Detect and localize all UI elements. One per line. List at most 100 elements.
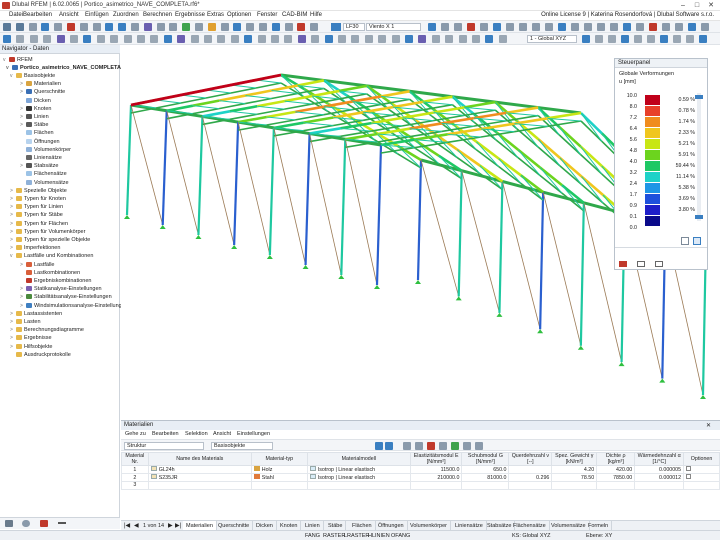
panel-color-icon[interactable] [619,261,627,267]
view-toolbar-icon[interactable] [485,35,494,43]
cell-e[interactable] [409,481,463,490]
truss-diagonal[interactable] [495,131,519,159]
view-toolbar-icon[interactable] [431,35,440,43]
cell-rho[interactable]: 420.00 [596,465,636,474]
column-member[interactable] [268,127,275,256]
view-toolbar-icon[interactable] [595,35,603,43]
cell-rho[interactable] [596,481,636,490]
toolbar-button-icon[interactable] [105,23,114,31]
view-toolbar-icon[interactable] [150,35,159,43]
view-toolbar-icon[interactable] [271,35,279,43]
expand-icon[interactable]: > [10,318,15,326]
bracing-member[interactable] [273,127,306,266]
bracing-member[interactable] [237,122,271,256]
collapse-icon[interactable]: v [10,252,15,260]
tree-item-linien[interactable]: > Linien [20,113,49,121]
excel-export-icon[interactable] [451,442,459,450]
result-toolbar-icon[interactable] [584,23,592,31]
view-toolbar-icon[interactable] [230,35,239,43]
truss-diagonal[interactable] [371,122,403,127]
tree-item-lasten[interactable]: > Lasten [10,318,41,326]
tree-item-typen-für-spezielle-objekte[interactable]: > Typen für spezielle Objekte [10,236,90,244]
toolbar-button-icon[interactable] [246,23,255,31]
table-close-icon[interactable]: ✕ [706,422,711,429]
view-toolbar-icon[interactable] [686,35,694,43]
legend-slider-top-handle[interactable] [695,95,703,99]
truss-chord[interactable] [166,112,194,120]
materials-menu-selektion[interactable]: Selektion [185,430,208,439]
expand-icon[interactable]: > [10,195,15,203]
view-toolbar-icon[interactable] [244,35,253,43]
menu-cad-bim[interactable]: CAD-BIM [282,12,307,18]
rafter-member[interactable] [422,95,453,104]
toolbar-button-icon[interactable] [271,23,280,31]
result-toolbar-icon[interactable] [662,23,670,31]
tree-item-windsimulationsanalyse-einstellungen[interactable]: > Windsimulationsanalyse-Einstellungen [20,302,128,310]
rafter-member[interactable] [464,100,496,109]
menu-datei[interactable]: Datei [9,12,23,18]
cell-options[interactable] [683,465,720,474]
view-toolbar-icon[interactable] [190,35,199,43]
tree-item-lastfälle[interactable]: > Lastfälle [20,261,55,269]
expand-icon[interactable]: > [20,80,25,88]
load-name-select[interactable]: Viento X 1 [366,23,421,31]
toolbar-button-icon[interactable] [92,23,101,31]
column-header[interactable]: Elastizitätsmodul E [N/mm²] [409,452,463,466]
view-toolbar-icon[interactable] [257,35,266,43]
bracing-member[interactable] [130,104,164,226]
tree-project[interactable]: v Portico_asimetrico_NAVE_COMPLETA.rf6* [6,64,132,72]
cell-alpha[interactable] [634,481,685,490]
display-tab-icon[interactable] [22,520,30,527]
table-tool-icon[interactable] [439,442,447,450]
maximize-icon[interactable]: □ [690,1,704,10]
truss-chord[interactable] [180,97,207,104]
last-page-icon[interactable]: ▶| [175,522,181,529]
views-tab-icon[interactable] [58,522,66,524]
menu-zuordnen[interactable]: Zuordnen [113,12,139,18]
result-toolbar-icon[interactable] [467,23,475,31]
truss-diagonal[interactable] [333,116,364,121]
tree-item-ausdruckprotokolle[interactable]: Ausdruckprotokolle [10,351,71,359]
expand-icon[interactable]: > [10,211,15,219]
rafter-member[interactable] [456,148,481,167]
menu-optionen[interactable]: Optionen [227,12,251,18]
view-toolbar-icon[interactable] [608,35,616,43]
result-toolbar-icon[interactable] [532,23,540,31]
view-toolbar-icon[interactable] [418,35,427,43]
truss-chord[interactable] [495,139,519,159]
rafter-member[interactable] [297,79,325,87]
toolbar-button-icon[interactable] [54,23,63,31]
column-header[interactable]: Materialmodell [306,452,411,466]
rafter-member[interactable] [559,156,583,178]
expand-icon[interactable]: > [20,113,25,121]
tree-item-volumenkörper[interactable]: Volumenkörper [20,146,71,154]
cell-no[interactable]: 3 [121,481,149,490]
truss-chord[interactable] [218,102,246,110]
expand-icon[interactable]: > [10,310,15,318]
view-toolbar-icon[interactable] [83,35,92,43]
tree-item-typen-für-linien[interactable]: > Typen für Linien [10,203,63,211]
result-toolbar-icon[interactable] [701,23,709,31]
truss-diagonal[interactable] [303,122,334,126]
toolbar-button-icon[interactable] [156,23,165,31]
rafter-member[interactable] [539,166,563,187]
cell-alpha[interactable]: 0.000012 [634,473,685,482]
tree-item-stabsätze[interactable]: > Stabsätze [20,162,58,170]
result-toolbar-icon[interactable] [506,23,514,31]
rafter-member[interactable] [339,84,367,93]
tree-item-stabilitätsanalyse-einstellungen[interactable]: > Stabilitätsanalyse-Einstellungen [20,293,112,301]
column-member[interactable] [498,181,504,313]
view-toolbar-icon[interactable] [582,35,590,43]
rafter-member[interactable] [547,111,582,120]
truss-diagonal[interactable] [537,138,561,167]
truss-chord[interactable] [397,153,422,169]
result-toolbar-icon[interactable] [623,23,631,31]
column-member[interactable] [579,202,585,346]
expand-icon[interactable]: > [10,236,15,244]
result-toolbar-icon[interactable] [675,23,683,31]
rafter-member[interactable] [266,110,296,119]
table-tool-icon[interactable] [463,442,471,450]
bracing-member[interactable] [166,110,199,236]
view-toolbar-icon[interactable] [647,35,655,43]
truss-diagonal[interactable] [514,123,548,127]
